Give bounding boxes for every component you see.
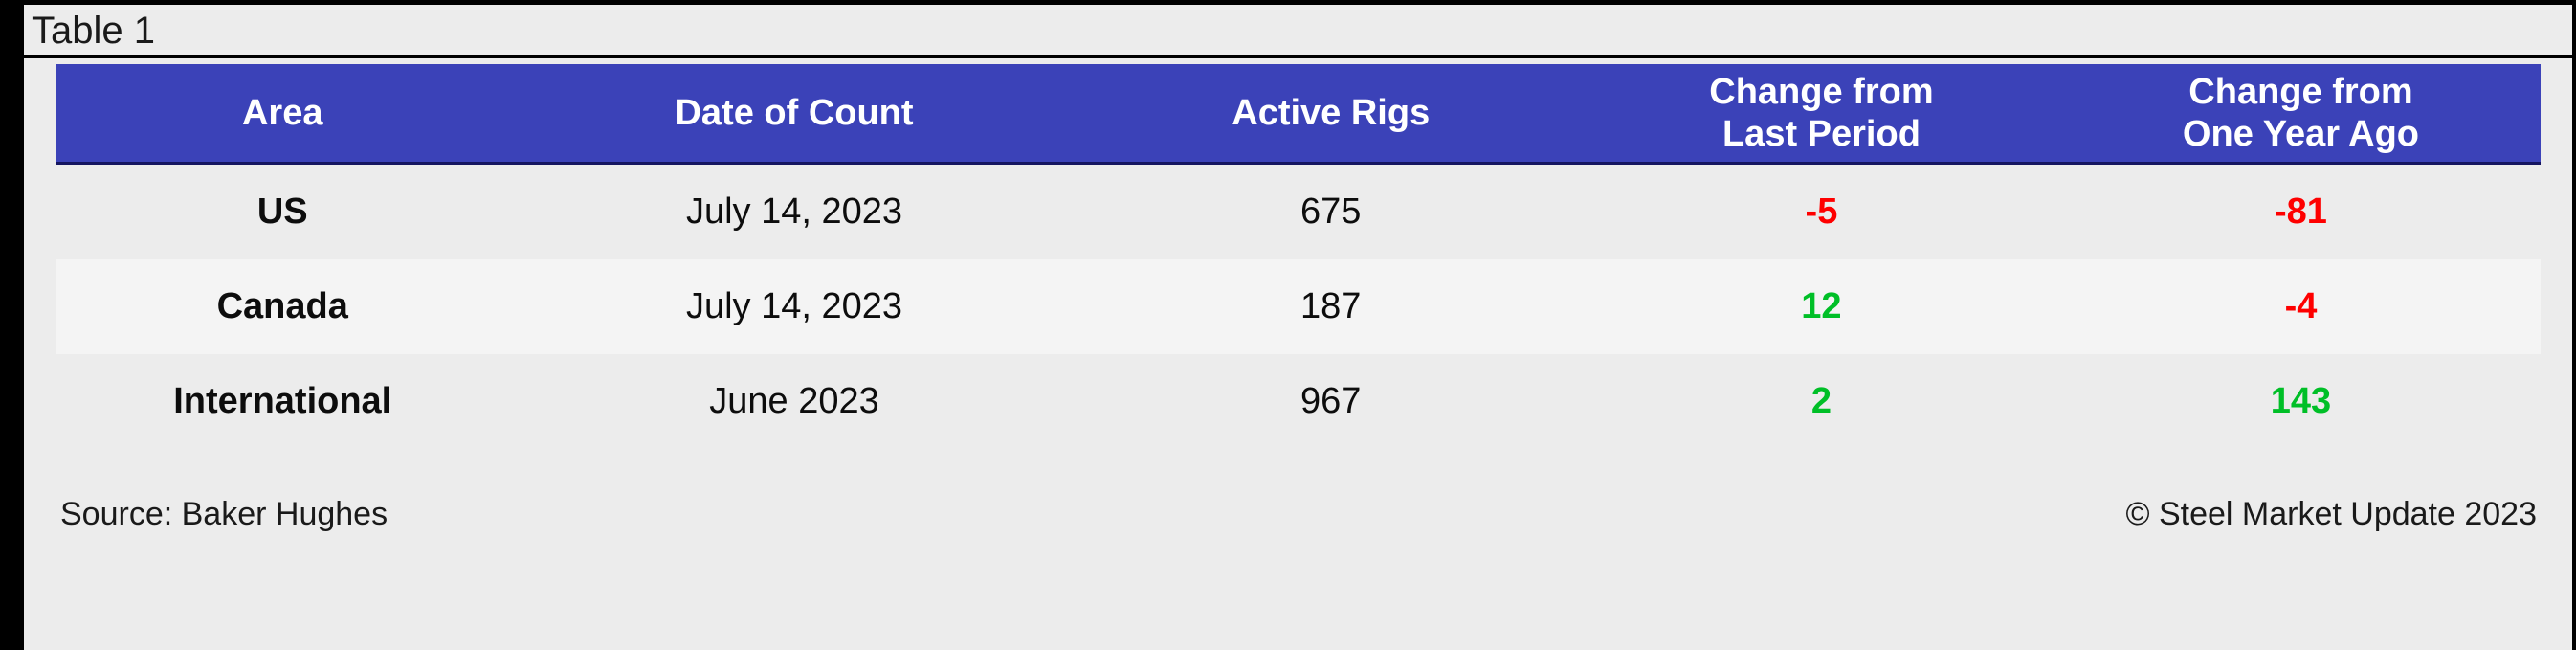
cell-area: International [173,381,392,421]
cell-change-one-year-ago: 143 [2270,381,2332,421]
table-body: US July 14, 2023 675 -5 -81 Canada July … [56,163,2541,449]
table-header: Area Date of Count Active Rigs Change fr… [56,64,2541,165]
cell-date-of-count: July 14, 2023 [685,191,903,232]
source-note: Source: Baker Hughes [60,496,389,532]
column-header-area: Area [56,64,509,165]
cell-change-last-period: 2 [1810,381,1832,421]
column-header-change-last-period-line-1: Change from [1709,72,1934,112]
cell-date-of-count: June 2023 [709,381,879,421]
column-header-active-rigs-line-1: Active Rigs [1232,93,1431,133]
column-header-change-last-period: Change from Last Period [1581,64,2061,165]
page-title: Table 1 [32,10,155,52]
table-row: US July 14, 2023 675 -5 -81 [56,163,2541,259]
cell-area: Canada [216,286,348,326]
cell-change-one-year-ago: -4 [2284,286,2318,326]
table-header-row: Area Date of Count Active Rigs Change fr… [56,64,2541,165]
frame-left-bar [0,0,24,650]
copyright-note: © Steel Market Update 2023 [2125,496,2537,532]
column-header-change-one-year-ago: Change from One Year Ago [2060,64,2541,165]
frame-bottom-strip [24,641,2572,650]
table-screenshot: Table 1 STEEL MARKET UPDATE part of the … [0,0,2576,650]
column-header-date-of-count-line-1: Date of Count [675,93,914,133]
cell-active-rigs: 187 [1300,286,1362,326]
cell-active-rigs: 967 [1300,381,1362,421]
column-header-area-line-1: Area [241,93,323,133]
cell-date-of-count: July 14, 2023 [685,286,903,326]
table-footer: Source: Baker Hughes © Steel Market Upda… [56,449,2541,549]
table-row: Canada July 14, 2023 187 12 -4 [56,259,2541,354]
column-header-change-last-period-line-2: Last Period [1721,114,1921,154]
column-header-active-rigs: Active Rigs [1079,64,1582,165]
table-row: International June 2023 967 2 143 [56,354,2541,449]
figure-title-strip: Table 1 [24,5,2572,58]
cell-change-last-period: 12 [1801,286,1842,326]
table-inner: STEEL MARKET UPDATE part of the CRU Grou… [56,64,2541,637]
cell-change-one-year-ago: -81 [2275,191,2327,232]
cell-active-rigs: 675 [1300,191,1362,232]
cell-area: US [256,191,308,232]
column-header-change-one-year-ago-line-2: One Year Ago [2182,114,2420,154]
column-header-date-of-count: Date of Count [508,64,1080,165]
table-container: STEEL MARKET UPDATE part of the CRU Grou… [24,58,2572,645]
frame-right-bar [2572,0,2576,650]
column-header-change-one-year-ago-line-1: Change from [2188,72,2413,112]
cell-change-last-period: -5 [1805,191,1838,232]
rig-count-table: Area Date of Count Active Rigs Change fr… [56,64,2541,449]
